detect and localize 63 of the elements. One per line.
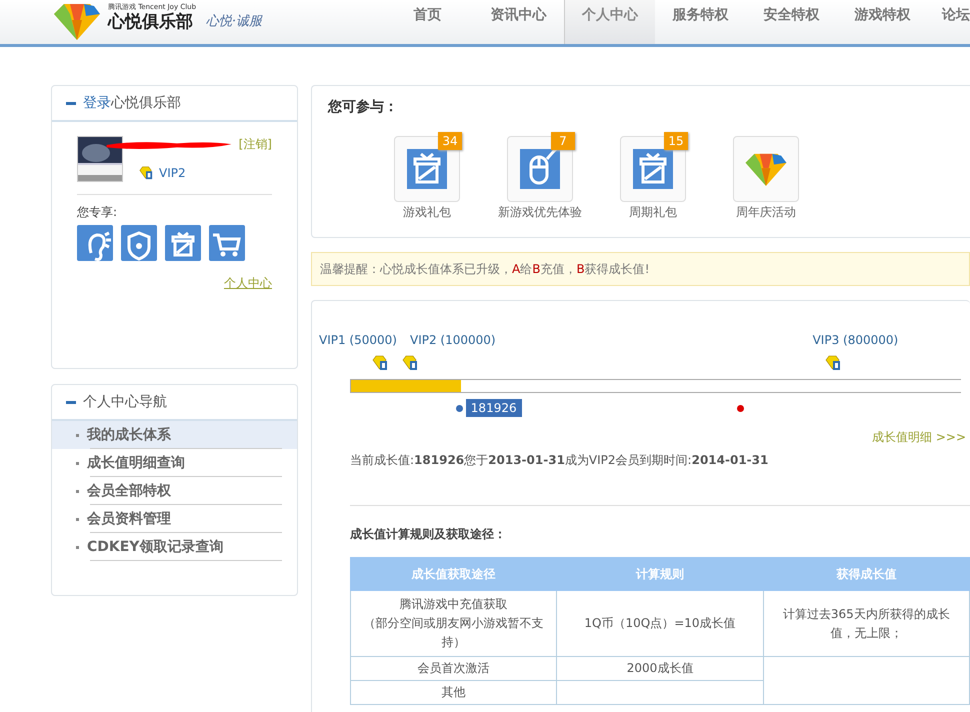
exclusive-label: 您专享: [77,204,118,221]
section-title: 您可参与： [328,98,399,116]
nav-tab[interactable]: 资讯中心 [473,0,564,44]
gift-icon[interactable] [165,225,201,261]
nav-tab[interactable]: 游戏特权 [837,0,928,44]
nav-item[interactable]: 成长值明细查询 [52,449,297,477]
current-value: 181926 [466,399,522,417]
vip-gem-icon [137,166,155,180]
shield-icon[interactable] [121,225,157,261]
brand-name: 心悦俱乐部 [108,12,194,32]
position-dot [456,404,463,412]
activity-tile[interactable] [620,136,686,202]
table-cell: 计算过去365天内所获得的成长值，无上限； [763,590,970,656]
activity-tile[interactable] [394,136,460,202]
nav-item[interactable]: CDKEY领取记录查询 [52,533,297,561]
logout-link[interactable]: [注销] [238,136,272,182]
activity-tile[interactable] [733,136,799,202]
activity-label: 游戏礼包 [403,204,451,221]
detail-link[interactable]: 成长值明细 >>> [872,429,966,446]
login-link[interactable]: 登录 [83,94,111,112]
milestone-label: VIP2 (100000) [410,333,496,347]
cell-text-line: 腾讯游戏中充值获取 [398,596,509,613]
nav-item[interactable]: 会员资料管理 [52,505,297,533]
notice-text: 温馨提醒：心悦成长值体系已升级，A给B充值，B获得成长值! [320,260,650,278]
dash-icon [66,400,76,404]
ear-icon[interactable] [77,225,113,261]
section-title: 成长值计算规则及获取途径： [350,526,507,543]
panel-title: 个人中心导航 [83,393,167,411]
column-header: 成长值获取途径 [350,558,557,590]
nav-item[interactable]: 我的成长体系 [52,421,297,449]
nav-tab[interactable]: 论坛 [928,0,970,44]
nav-tab[interactable]: 个人中心 [564,0,655,44]
column-header: 获得成长值 [763,558,970,590]
vip-gem-icon [402,355,418,371]
table-cell: 2000成长值 [556,656,764,680]
vip-level: VIP2 [159,166,186,180]
activity-tile[interactable] [507,136,573,202]
vip-gem-icon [372,355,388,371]
count-badge: 7 [551,132,575,150]
table-cell: 1Q币（10Q点）=10成长值 [556,590,764,656]
table-cell: 会员首次激活 [350,656,557,680]
count-badge: 15 [664,132,688,150]
dot-marker [736,404,744,412]
vip-gem-icon [825,355,841,371]
nav-tab[interactable]: 安全特权 [746,0,837,44]
count-badge: 34 [438,132,462,150]
column-header: 计算规则 [556,558,764,590]
table-cell: 其他 [350,680,557,704]
milestone-label: VIP1 (50000) [319,333,397,347]
slogan: 心悦·诚服 [206,13,262,30]
cart-icon[interactable] [209,225,245,261]
activity-label: 周年庆活动 [736,204,796,221]
panel-title: 心悦俱乐部 [111,94,181,112]
personal-center-link[interactable]: 个人中心 [77,275,272,292]
status-text: 当前成长值:181926您于2013-01-31成为VIP2会员到期时间:2014-01-31 [350,452,770,469]
cell-text-line: （部分空间或朋友网小游戏暂不支持） [362,615,545,651]
nav-tab[interactable]: 首页 [382,0,473,44]
nav-item[interactable]: 会员全部特权 [52,477,297,505]
activity-label: 新游戏优先体验 [498,204,582,221]
nav-tab[interactable]: 服务特权 [655,0,746,44]
dash-icon [66,102,76,104]
milestone-label: VIP3 (800000) [812,333,898,347]
activity-label: 周期礼包 [629,204,677,221]
